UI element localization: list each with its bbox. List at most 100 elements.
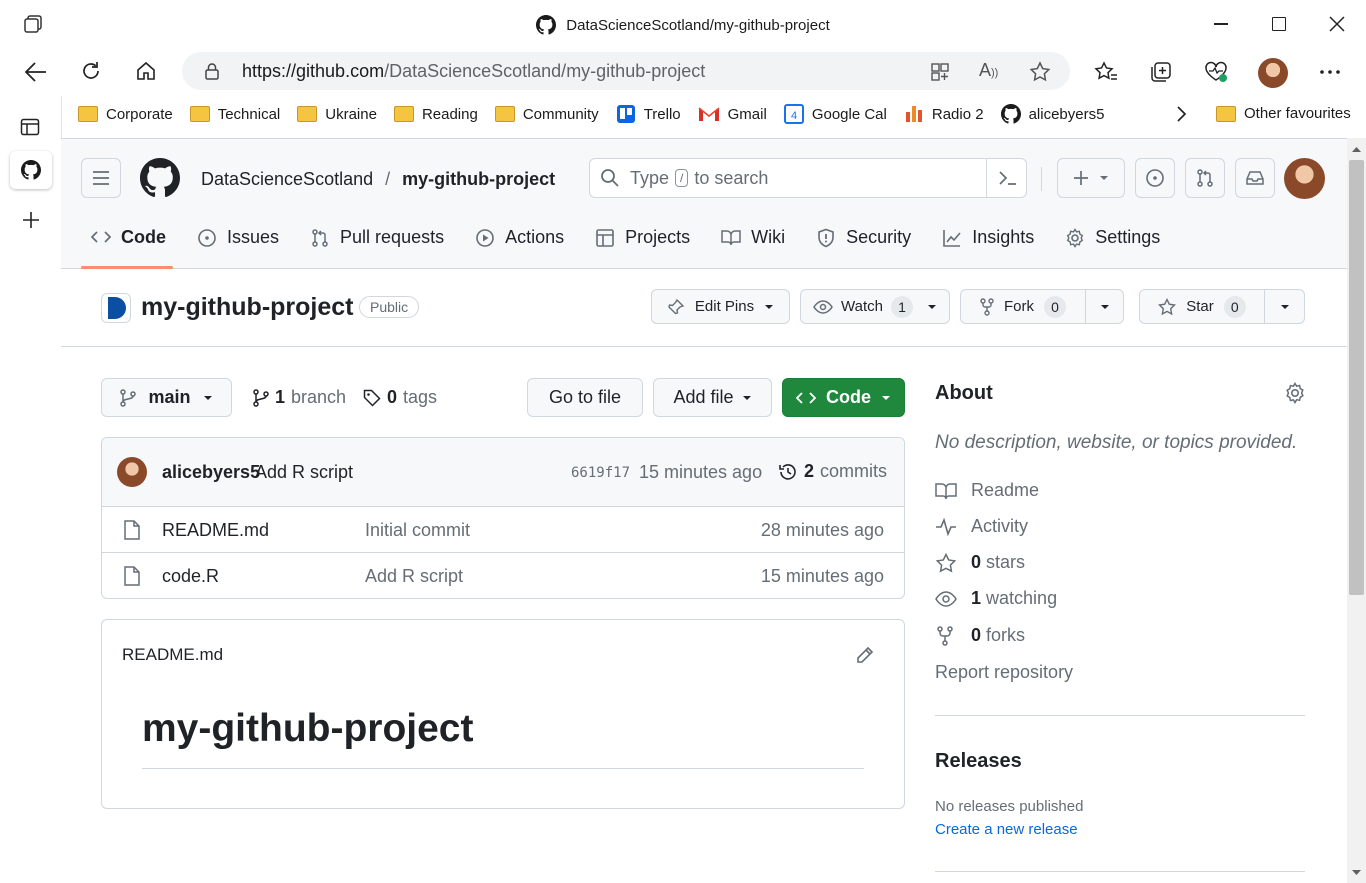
breadcrumb-repo[interactable]: my-github-project: [402, 169, 555, 190]
file-row[interactable]: README.md Initial commit 28 minutes ago: [102, 506, 904, 552]
tab-security[interactable]: Security: [816, 227, 911, 248]
file-row[interactable]: code.R Add R script 15 minutes ago: [102, 552, 904, 598]
refresh-button[interactable]: [80, 60, 102, 82]
lock-icon[interactable]: [204, 62, 220, 80]
sidebar-github-tab[interactable]: [10, 151, 52, 189]
file-commit-message[interactable]: Add R script: [365, 566, 463, 587]
read-aloud-icon[interactable]: A)): [979, 60, 998, 81]
tab-issues[interactable]: Issues: [197, 227, 279, 248]
star-dropdown-button[interactable]: [1264, 289, 1305, 324]
favorite-alicebyers5[interactable]: alicebyers5: [1000, 104, 1104, 124]
favorite-community[interactable]: Community: [494, 106, 599, 123]
favorite-trello[interactable]: Trello: [616, 104, 681, 124]
tab-wiki[interactable]: Wiki: [721, 227, 785, 248]
add-file-button[interactable]: Add file: [653, 378, 772, 417]
tab-settings[interactable]: Settings: [1065, 227, 1160, 248]
other-favourites-folder[interactable]: Other favourites: [1216, 105, 1351, 122]
issues-icon-button[interactable]: [1135, 158, 1175, 198]
go-to-file-button[interactable]: Go to file: [527, 378, 643, 417]
breadcrumb-owner[interactable]: DataScienceScotland: [201, 169, 373, 190]
url-text[interactable]: https://github.com/DataScienceScotland/m…: [242, 61, 705, 82]
hamburger-menu-button[interactable]: [81, 158, 121, 198]
about-stars-link[interactable]: 0 stars: [935, 552, 1025, 573]
tab-insights[interactable]: Insights: [942, 227, 1034, 248]
tab-projects[interactable]: Projects: [595, 227, 690, 248]
favorite-radio-2[interactable]: Radio 2: [904, 104, 984, 124]
user-avatar[interactable]: [1284, 158, 1325, 199]
tab-code[interactable]: Code: [91, 227, 166, 248]
create-new-button[interactable]: [1057, 158, 1125, 198]
new-tab-plus-icon[interactable]: [21, 210, 41, 230]
browser-essentials-icon[interactable]: [1204, 61, 1228, 83]
collections-icon[interactable]: [1150, 61, 1172, 83]
favorite-reading[interactable]: Reading: [393, 105, 478, 123]
tab-actions[interactable]: Actions: [475, 227, 564, 248]
about-forks-link[interactable]: 0 forks: [935, 625, 1025, 646]
about-settings-gear-icon[interactable]: [1284, 382, 1306, 404]
code-button[interactable]: Code: [782, 378, 905, 417]
tab-panel-icon[interactable]: [20, 118, 40, 136]
scrollbar-thumb[interactable]: [1349, 160, 1364, 595]
report-repository-link[interactable]: Report repository: [935, 662, 1073, 683]
fork-dropdown-button[interactable]: [1085, 289, 1124, 324]
edit-pins-button[interactable]: Edit Pins: [651, 289, 790, 324]
create-release-link[interactable]: Create a new release: [935, 821, 1078, 838]
address-bar[interactable]: https://github.com/DataScienceScotland/m…: [182, 52, 1070, 90]
about-readme-link[interactable]: Readme: [935, 480, 1039, 501]
home-button[interactable]: [135, 60, 157, 82]
favorite-star-icon[interactable]: [1029, 61, 1051, 83]
repo-owner-avatar[interactable]: [101, 293, 131, 323]
inbox-icon-button[interactable]: [1235, 158, 1275, 198]
more-menu-icon[interactable]: [1320, 70, 1340, 74]
command-palette-icon[interactable]: [998, 169, 1018, 187]
watch-button[interactable]: Watch 1: [800, 289, 950, 324]
pencil-icon[interactable]: [855, 645, 875, 665]
readme-filename[interactable]: README.md: [122, 645, 223, 665]
profile-avatar[interactable]: [1258, 58, 1288, 88]
favorite-technical[interactable]: Technical: [189, 106, 280, 123]
commit-author[interactable]: alicebyers5: [162, 462, 260, 483]
close-window-button[interactable]: [1328, 15, 1346, 33]
favorite-label: Reading: [421, 105, 478, 123]
file-name[interactable]: README.md: [162, 520, 269, 541]
add-file-label: Add file: [673, 387, 734, 407]
fork-button[interactable]: Fork 0: [960, 289, 1086, 324]
back-button[interactable]: [24, 61, 48, 83]
tab-pull-requests[interactable]: Pull requests: [310, 227, 444, 248]
commit-sha[interactable]: 6619f17: [571, 465, 630, 481]
folder-icon: [78, 106, 98, 122]
favorites-icon[interactable]: [1094, 61, 1118, 83]
book-icon: [721, 228, 741, 248]
commit-author-avatar[interactable]: [117, 457, 147, 487]
favorites-overflow-chevron-icon[interactable]: [1175, 105, 1187, 123]
about-activity-link[interactable]: Activity: [935, 516, 1028, 537]
about-watching-link[interactable]: 1 watching: [935, 588, 1057, 609]
favorite-corporate[interactable]: Corporate: [78, 106, 173, 123]
tab-label: Issues: [227, 227, 280, 247]
browser-sidebar: [0, 96, 62, 883]
pull-requests-icon-button[interactable]: [1185, 158, 1225, 198]
commits-history-link[interactable]: 2 commits: [778, 461, 887, 482]
file-commit-message[interactable]: Initial commit: [365, 520, 470, 541]
favorite-gmail[interactable]: Gmail: [698, 106, 767, 123]
favorite-ukraine[interactable]: Ukraine: [297, 106, 377, 123]
branch-selector[interactable]: main: [101, 378, 232, 417]
github-logo-icon[interactable]: [140, 158, 180, 198]
star-button[interactable]: Star 0: [1139, 289, 1265, 324]
commit-message[interactable]: Add R script: [255, 462, 353, 483]
maximize-button[interactable]: [1272, 17, 1286, 31]
file-name[interactable]: code.R: [162, 566, 219, 587]
favorite-google-cal[interactable]: 4 Google Cal: [783, 104, 887, 124]
apps-icon[interactable]: [930, 62, 950, 82]
search-placeholder-post: to search: [694, 167, 769, 188]
releases-divider: [935, 871, 1305, 872]
repo-title[interactable]: my-github-project: [141, 293, 354, 322]
releases-title[interactable]: Releases: [935, 750, 1022, 773]
branches-link[interactable]: 1 branch: [253, 387, 346, 408]
tags-link[interactable]: 0 tags: [363, 387, 437, 408]
commit-time: 15 minutes ago: [639, 462, 763, 482]
other-favourites-label: Other favourites: [1244, 105, 1351, 122]
search-input[interactable]: Type / to search: [589, 158, 1027, 198]
minimize-button[interactable]: [1214, 23, 1228, 25]
scroll-down-arrow-icon[interactable]: [1347, 866, 1366, 880]
